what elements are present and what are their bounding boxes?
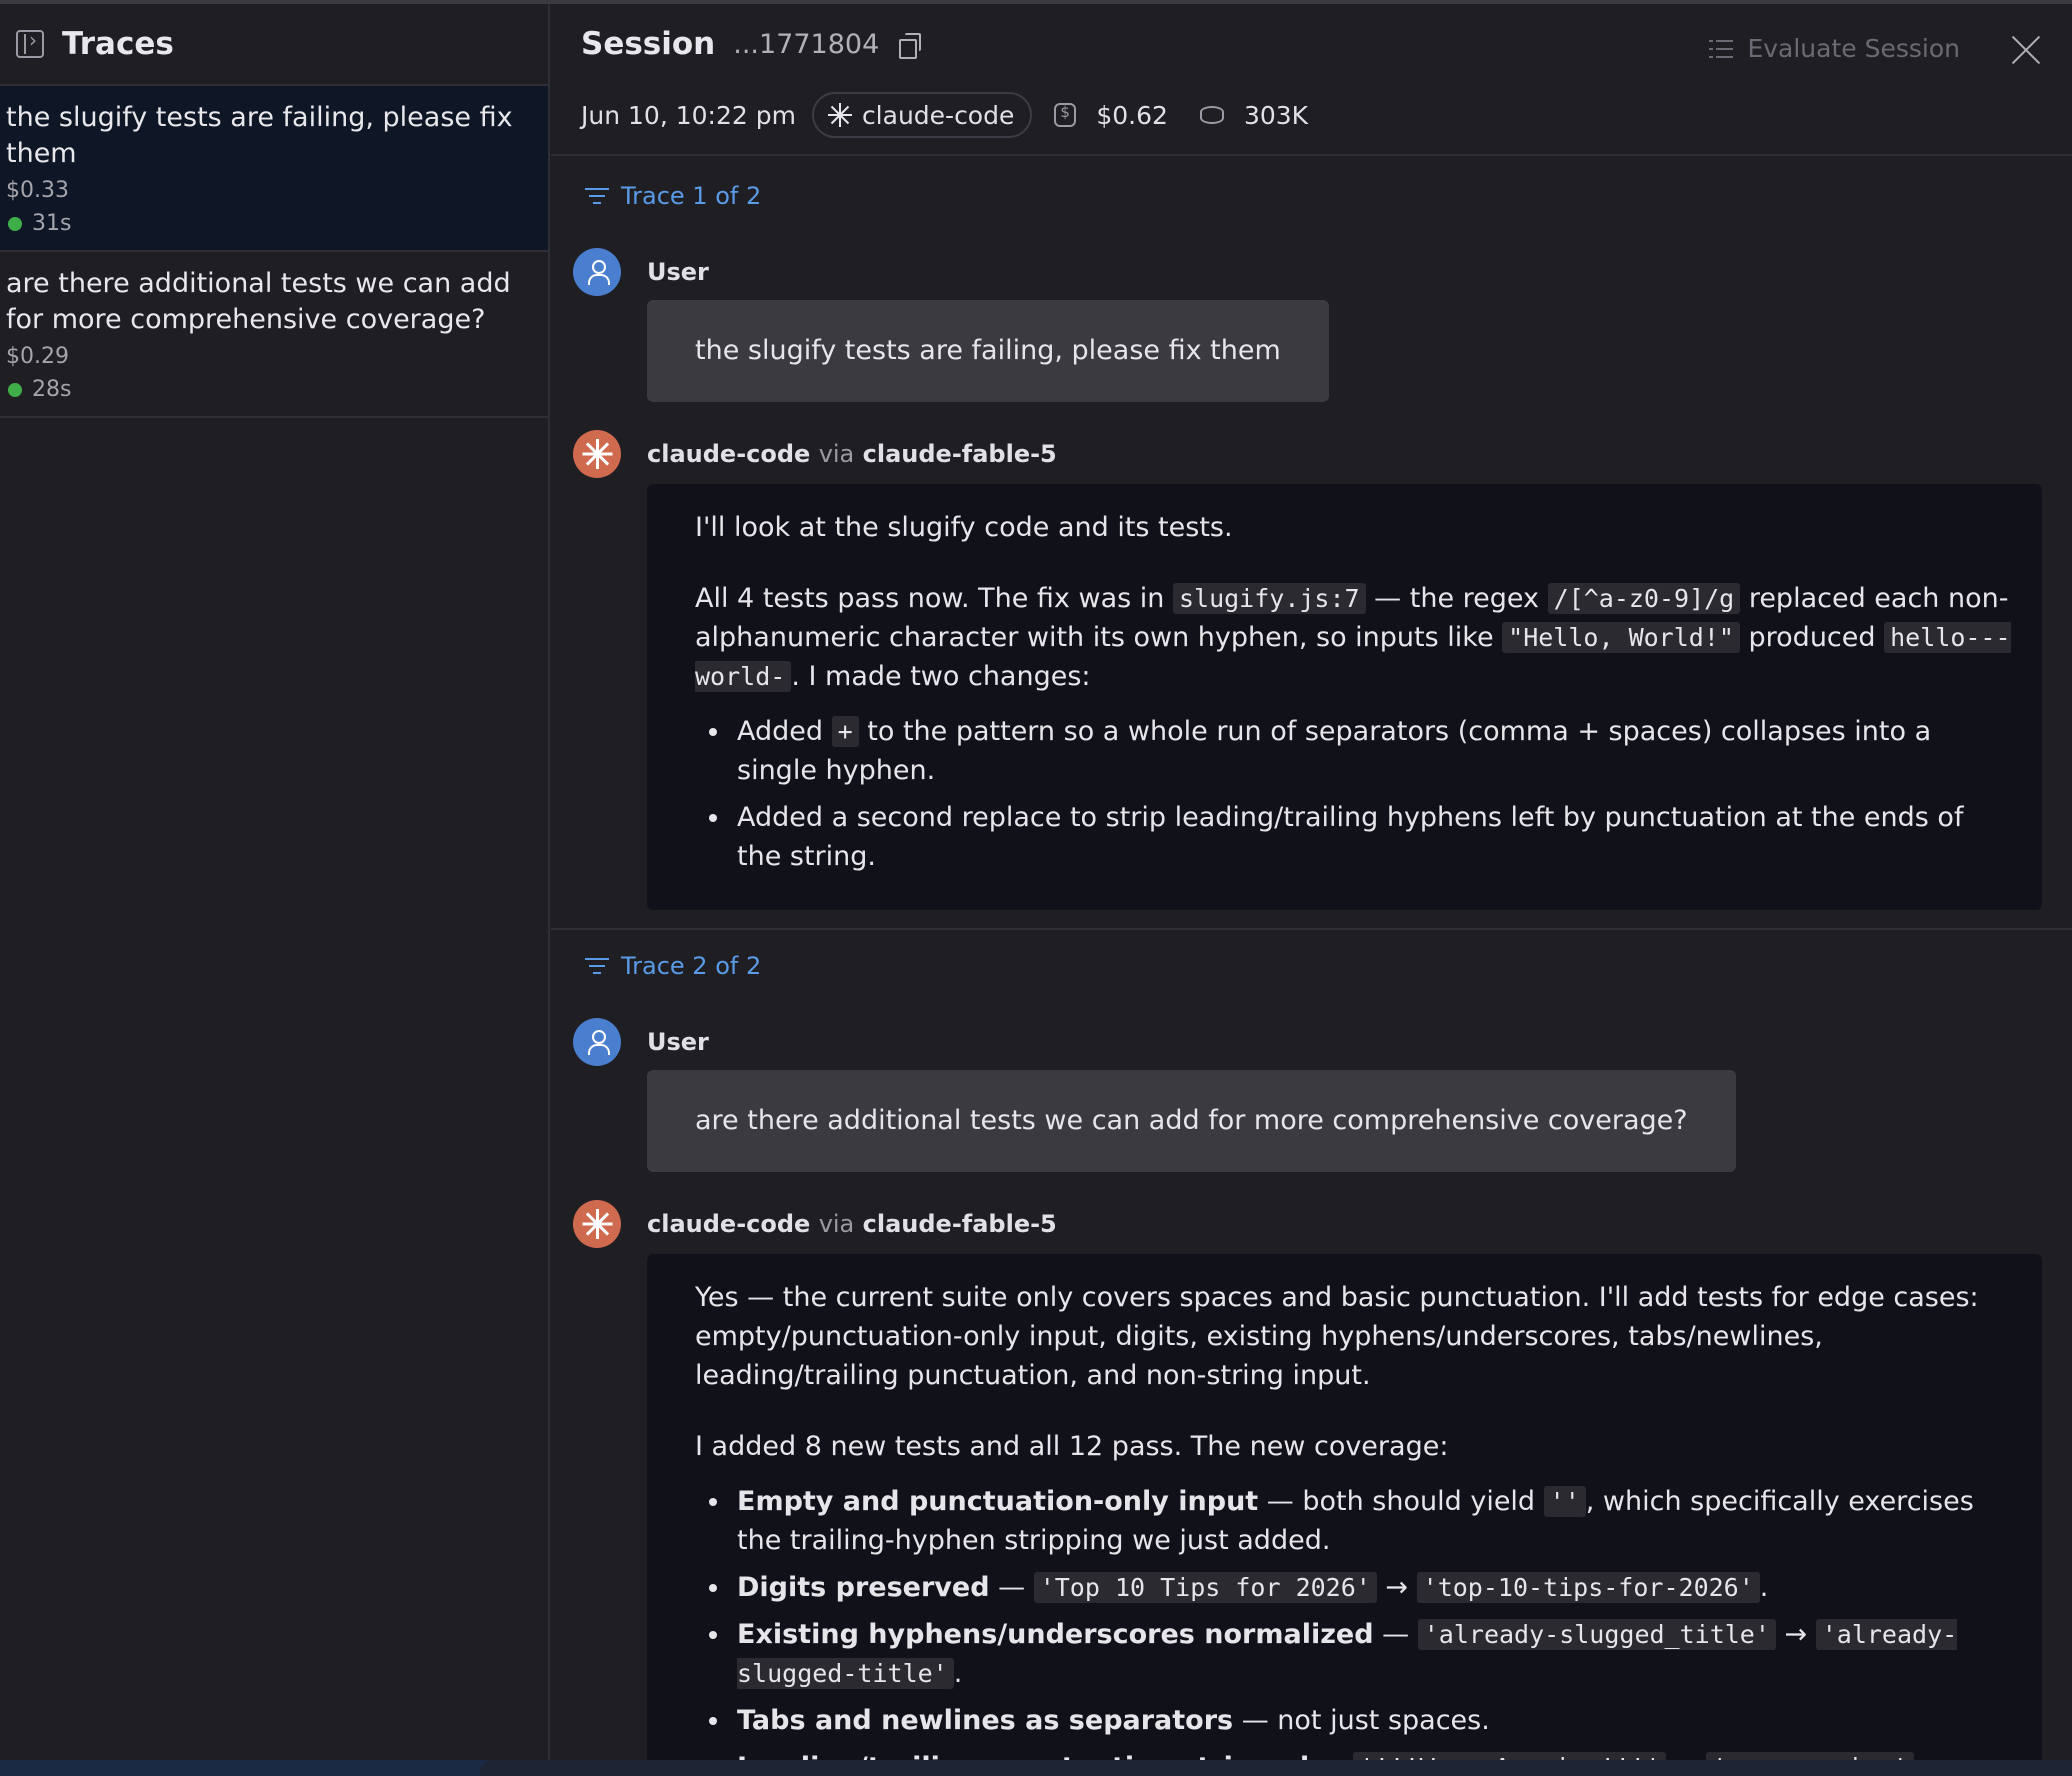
trace-list-item[interactable]: are there additional tests we can add fo… (0, 252, 548, 418)
agent-chip-label: claude-code (861, 100, 1015, 130)
user-message-bubble: the slugify tests are failing, please fi… (647, 300, 1329, 402)
response-list: Added + to the pattern so a whole run of… (695, 712, 2012, 876)
claude-avatar-icon (573, 1200, 621, 1248)
list-item: Leading/trailing punctuation stripped — … (695, 1748, 2012, 1760)
user-message-bubble: are there additional tests we can add fo… (647, 1070, 1736, 1172)
filter-icon (585, 186, 609, 206)
inline-code: 'already-slugged_title' (1417, 1619, 1776, 1650)
agent-message: claude-code via claude-fable-5 Yes — the… (551, 1200, 2072, 1760)
trace-duration: 28s (6, 377, 542, 402)
inline-code: "Hello, World!" (1502, 622, 1740, 653)
response-intro: I'll look at the slugify code and its te… (695, 512, 1233, 543)
user-avatar-icon (573, 1018, 621, 1066)
taskbar-strip (0, 1760, 2072, 1776)
session-header: Session ...1771804 Evaluate Session Jun … (551, 4, 2072, 156)
collapse-panel-icon[interactable] (16, 28, 44, 58)
session-tokens-value: 303K (1243, 100, 1309, 130)
list-item: Tabs and newlines as separators — not ju… (695, 1701, 2012, 1740)
via-text: via (818, 440, 855, 468)
status-dot-icon (8, 216, 22, 231)
sidebar-title: Traces (62, 26, 174, 62)
agent-chip[interactable]: claude-code (811, 92, 1033, 138)
trace-cost: $0.33 (6, 178, 69, 203)
inline-code: 'Top 10 Tips for 2026' (1033, 1572, 1377, 1603)
inline-code: /[^a-z0-9]/g (1547, 583, 1741, 614)
evaluate-session-button[interactable]: Evaluate Session (1709, 34, 1960, 63)
session-meta: Jun 10, 10:22 pm claude-code $0.62 303K (581, 92, 1308, 138)
sidebar-header: Traces (0, 4, 548, 86)
response-intro: Yes — the current suite only covers spac… (695, 1282, 1979, 1391)
agent-name: claude-code (647, 1210, 811, 1238)
cost-icon (1054, 103, 1077, 127)
claude-avatar-icon (573, 430, 621, 478)
list-item: Existing hyphens/underscores normalized … (695, 1615, 2012, 1693)
response-list: Empty and punctuation-only input — both … (695, 1482, 2012, 1760)
list-item: Added a second replace to strip leading/… (695, 798, 2012, 876)
agent-message-bubble: I'll look at the slugify code and its te… (647, 484, 2042, 910)
response-paragraph: I added 8 new tests and all 12 pass. The… (695, 1431, 1449, 1462)
trace-list-item[interactable]: the slugify tests are failing, please fi… (0, 86, 548, 252)
session-date: Jun 10, 10:22 pm (581, 100, 796, 130)
inline-code: slugify.js:7 (1172, 583, 1366, 614)
tokens-icon (1199, 106, 1224, 124)
trace-cost: $0.29 (6, 344, 69, 369)
user-message: User are there additional tests we can a… (551, 1018, 2072, 1172)
agent-label: claude-code via claude-fable-5 (647, 430, 2072, 478)
trace-question: the slugify tests are failing, please fi… (6, 102, 513, 169)
session-panel: Session ...1771804 Evaluate Session Jun … (551, 4, 2072, 1760)
traces-sidebar: Traces the slugify tests are failing, pl… (0, 4, 550, 1760)
agent-message: claude-code via claude-fable-5 I'll look… (551, 430, 2072, 910)
response-paragraph: All 4 tests pass now. The fix was in slu… (695, 583, 2011, 692)
model-name: claude-fable-5 (862, 1210, 1057, 1238)
checklist-icon (1709, 38, 1734, 60)
session-id: ...1771804 (733, 28, 880, 60)
agent-name: claude-code (647, 440, 811, 468)
filter-icon (585, 956, 609, 976)
session-tokens: 303K (1190, 101, 1308, 130)
inline-code: '' (1543, 1486, 1586, 1517)
evaluate-session-label: Evaluate Session (1747, 34, 1960, 63)
agent-label: claude-code via claude-fable-5 (647, 1200, 2072, 1248)
inline-code: '!!!Wow, Amazing!!!' (1353, 1752, 1667, 1760)
session-cost: $0.62 (1054, 101, 1168, 130)
inline-code: + (831, 716, 859, 747)
inline-code: 'top-10-tips-for-2026' (1416, 1572, 1760, 1603)
claude-spark-icon (827, 103, 852, 127)
user-label: User (647, 258, 709, 286)
trace-duration-value: 31s (32, 211, 72, 236)
list-item: Digits preserved — 'Top 10 Tips for 2026… (695, 1568, 2012, 1607)
trace-2-label: Trace 2 of 2 (621, 952, 762, 980)
status-dot-icon (8, 382, 22, 397)
list-item: Added + to the pattern so a whole run of… (695, 712, 2012, 790)
user-message: User the slugify tests are failing, plea… (551, 248, 2072, 402)
session-title: Session (581, 26, 716, 62)
inline-code: 'wow-amazing' (1706, 1752, 1914, 1760)
user-avatar-icon (573, 248, 621, 296)
close-icon[interactable] (2010, 34, 2042, 66)
user-label: User (647, 1028, 709, 1056)
trace-duration: 31s (6, 211, 542, 236)
list-item: Empty and punctuation-only input — both … (695, 1482, 2012, 1560)
trace-question: are there additional tests we can add fo… (6, 268, 511, 335)
trace-1-label: Trace 1 of 2 (621, 182, 762, 210)
trace-1-link[interactable]: Trace 1 of 2 (551, 160, 2072, 232)
via-text: via (818, 1210, 855, 1238)
copy-icon[interactable] (899, 33, 922, 59)
trace-2-link[interactable]: Trace 2 of 2 (551, 930, 2072, 1002)
model-name: claude-fable-5 (862, 440, 1057, 468)
session-cost-value: $0.62 (1096, 100, 1168, 130)
trace-duration-value: 28s (32, 377, 72, 402)
agent-message-bubble: Yes — the current suite only covers spac… (647, 1254, 2042, 1760)
